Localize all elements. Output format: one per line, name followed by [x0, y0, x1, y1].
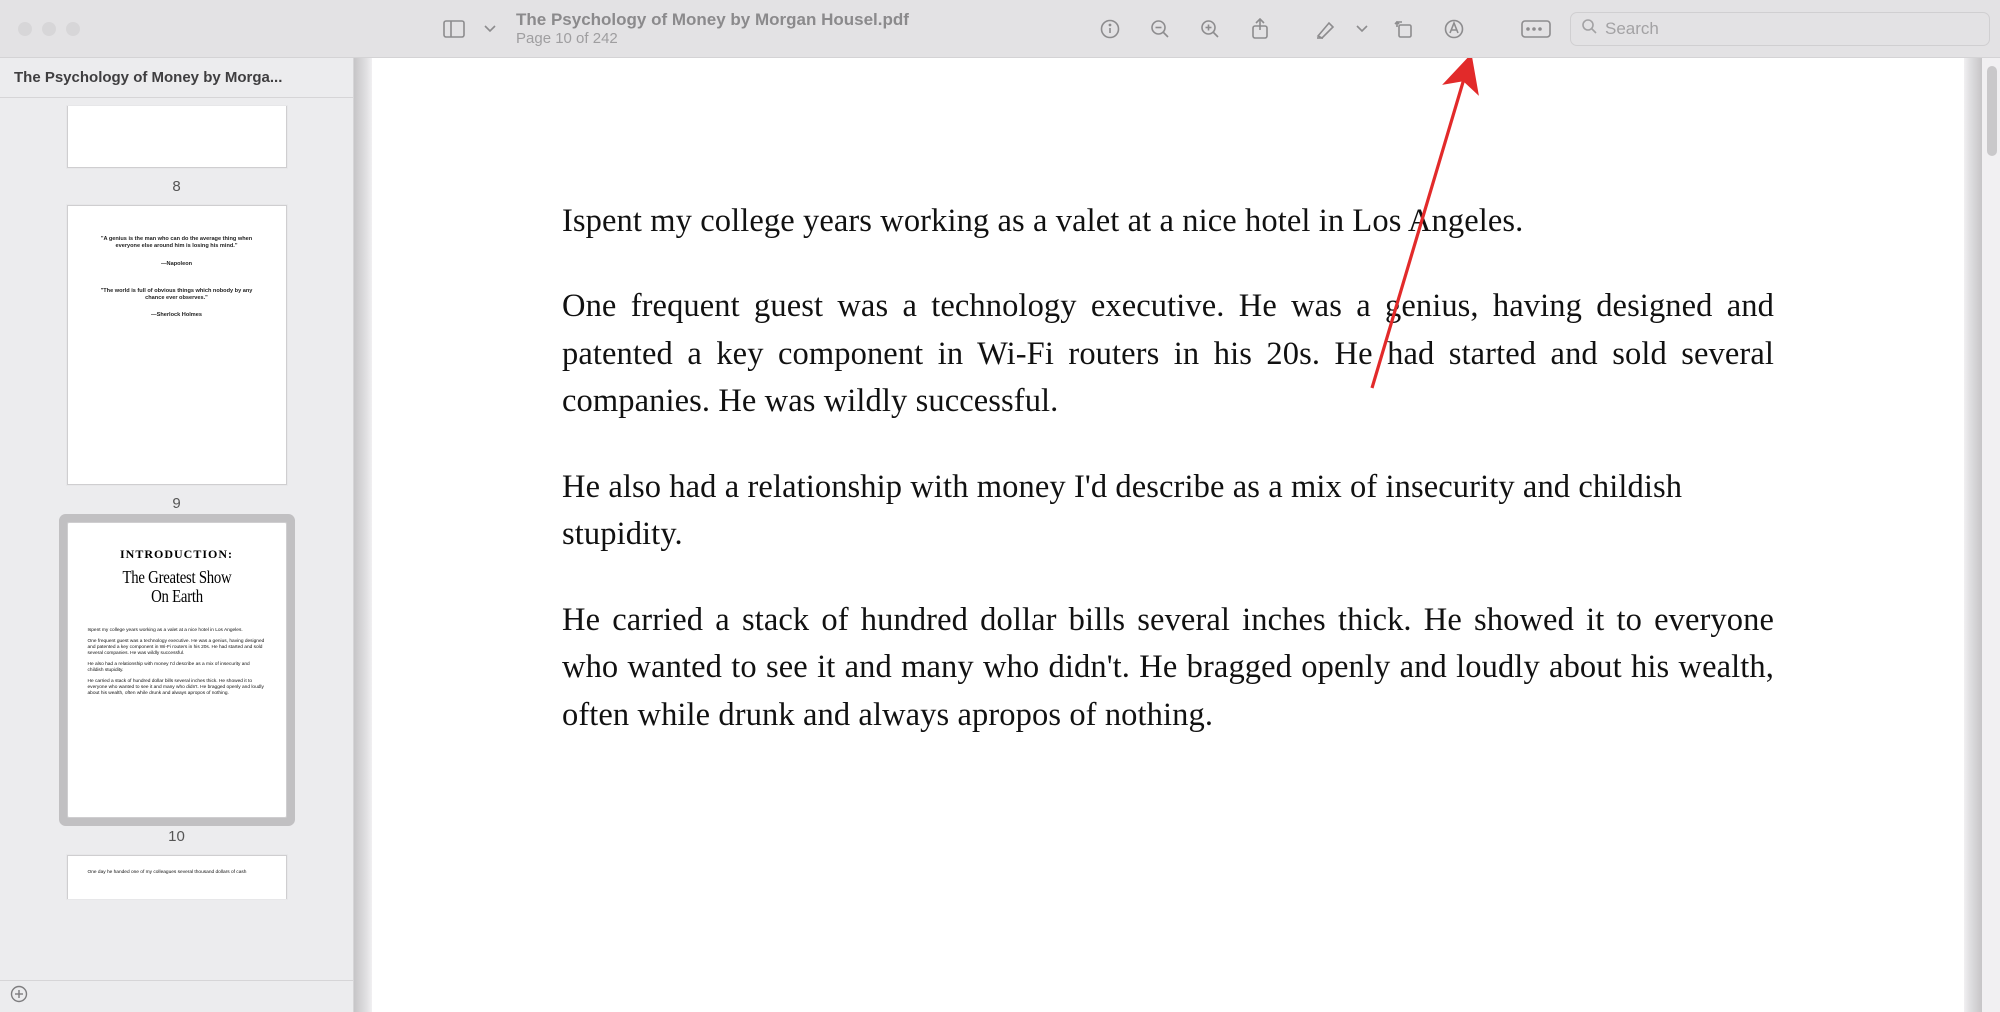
vertical-scrollbar[interactable]: [1982, 58, 2000, 1012]
zoom-out-button[interactable]: [1140, 10, 1180, 48]
sidebar-toggle-button[interactable]: [434, 10, 474, 48]
document-title: The Psychology of Money by Morgan Housel…: [516, 10, 909, 30]
paragraph-1: Ispent my college years working as a val…: [562, 198, 1774, 245]
info-button[interactable]: [1090, 10, 1130, 48]
thumbnail-page-10[interactable]: INTRODUCTION: The Greatest Show On Earth…: [0, 522, 353, 845]
paragraph-3: He also had a relationship with money I'…: [562, 464, 1774, 559]
search-input[interactable]: [1605, 19, 1979, 39]
redact-crop-button[interactable]: [1512, 10, 1560, 48]
preview-window: The Psychology of Money by Morgan Housel…: [0, 0, 2000, 1012]
thumbnail-page-9-number: 9: [172, 495, 180, 512]
paragraph-4: He carried a stack of hundred dollar bil…: [562, 597, 1774, 739]
sidebar-tab[interactable]: The Psychology of Money by Morga...: [14, 69, 282, 86]
zoom-window-button[interactable]: [66, 22, 80, 36]
sidebar-tabs: The Psychology of Money by Morga...: [0, 58, 353, 98]
sidebar: The Psychology of Money by Morga... 8 "A…: [0, 58, 354, 1012]
paragraph-2: One frequent guest was a technology exec…: [562, 283, 1774, 425]
page-status: Page 10 of 242: [516, 30, 909, 47]
page-content: Ispent my college years working as a val…: [372, 58, 1964, 1012]
thumbnail-page-10-number: 10: [168, 828, 185, 845]
sidebar-footer: [0, 980, 353, 1012]
thumbnail-page-8-number: 8: [172, 178, 180, 195]
scrollbar-thumb[interactable]: [1987, 66, 1997, 156]
sidebar-mode-chevron[interactable]: [478, 10, 502, 48]
window-controls: [18, 22, 80, 36]
rotate-button[interactable]: [1384, 10, 1424, 48]
thumbnail-page-9[interactable]: "A genius is the man who can do the aver…: [0, 205, 353, 512]
minimize-window-button[interactable]: [42, 22, 56, 36]
toolbar: The Psychology of Money by Morgan Housel…: [0, 0, 2000, 58]
markup-button[interactable]: [1434, 10, 1474, 48]
close-window-button[interactable]: [18, 22, 32, 36]
zoom-in-button[interactable]: [1190, 10, 1230, 48]
title-block: The Psychology of Money by Morgan Housel…: [516, 10, 909, 47]
highlight-chevron[interactable]: [1350, 10, 1374, 48]
thumbnail-page-11[interactable]: One day he handed one of my colleagues s…: [0, 855, 353, 899]
share-button[interactable]: [1240, 10, 1280, 48]
search-icon: [1581, 18, 1597, 39]
thumbnail-page-8[interactable]: 8: [0, 106, 353, 195]
highlight-button[interactable]: [1306, 10, 1346, 48]
add-page-button[interactable]: [10, 985, 28, 1008]
document-viewport[interactable]: Ispent my college years working as a val…: [354, 58, 2000, 1012]
thumbnail-list[interactable]: 8 "A genius is the man who can do the av…: [0, 98, 353, 980]
search-box[interactable]: [1570, 12, 1990, 46]
